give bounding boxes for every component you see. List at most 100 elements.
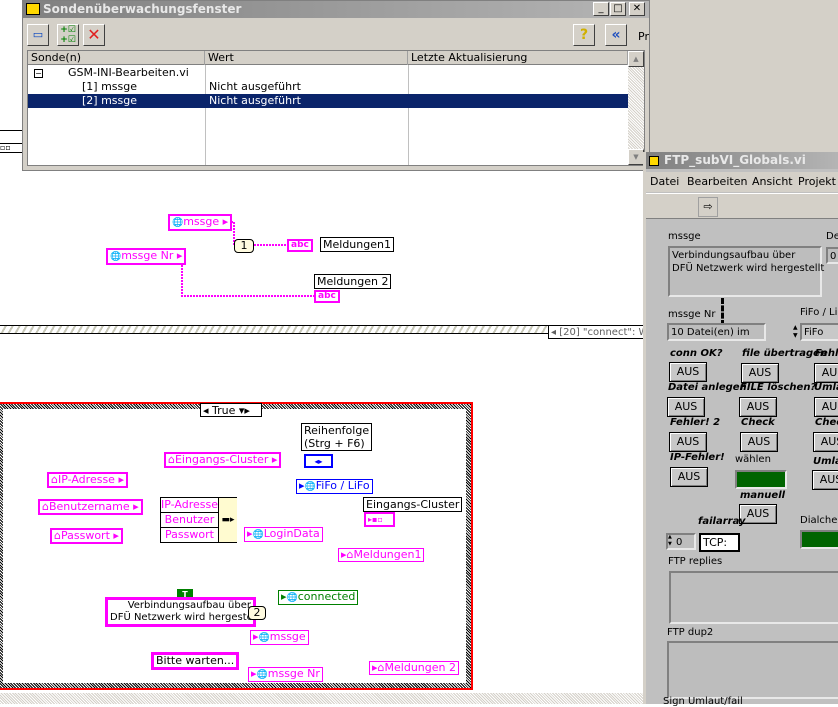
globe-icon: 🌐 bbox=[258, 633, 270, 643]
fifo-ring-spinner[interactable]: ▲ ▼ bbox=[793, 324, 800, 341]
label-check: Check bbox=[741, 417, 775, 428]
label-eingangs-cluster: Eingangs-Cluster bbox=[363, 497, 463, 512]
label-mssge-nr: mssge Nr bbox=[668, 309, 716, 320]
menu-bearbeiten[interactable]: Bearbeiten bbox=[687, 172, 747, 192]
label-meldungen2: Meldungen 2 bbox=[314, 274, 392, 289]
label-conn-ok: conn OK? bbox=[670, 348, 723, 359]
label-ip-fehler: IP-Fehler! bbox=[670, 452, 725, 463]
string-indicator-meldungen1[interactable]: abc bbox=[287, 239, 313, 252]
dialcheck-led[interactable] bbox=[800, 530, 838, 549]
conn-ok-button[interactable]: AUS bbox=[669, 362, 707, 382]
local-variable-benutzername[interactable]: ⌂Benutzername ▸ bbox=[38, 499, 143, 515]
label-fehler-2: Fehler! 2 bbox=[670, 417, 721, 428]
menu-datei[interactable]: Datei bbox=[650, 172, 679, 192]
label-umlaut: Umlau bbox=[814, 382, 838, 393]
failarray-index-spinner[interactable]: ▲ ▼ bbox=[668, 534, 674, 548]
ip-fehler-button[interactable]: AUS bbox=[670, 467, 708, 487]
global-variable-mssge-nr[interactable]: 🌐mssge Nr ▸ bbox=[106, 248, 187, 265]
label-fifo: FiFo / LiF bbox=[800, 307, 838, 318]
fehler-2-button[interactable]: AUS bbox=[669, 432, 707, 452]
home-icon: ⌂ bbox=[346, 548, 354, 561]
case-selector[interactable]: ◂ True ▾▸ bbox=[200, 403, 262, 417]
globe-icon: 🌐 bbox=[172, 218, 184, 228]
case-structure bbox=[0, 402, 473, 690]
file-loeschen-button[interactable]: AUS bbox=[739, 397, 777, 417]
background-window-strip: Pr bbox=[638, 0, 838, 152]
global-variable-mssge-nr-write[interactable]: ▸🌐mssge Nr bbox=[248, 667, 323, 682]
toolbar: ⇨ bbox=[646, 193, 838, 219]
mssge-nr-string[interactable]: 10 Datei(en) im bbox=[667, 323, 766, 341]
local-variable-fifo-lifo[interactable]: ▸🌐FiFo / LiFo bbox=[296, 479, 373, 494]
fehler-button[interactable]: AUS bbox=[814, 363, 838, 383]
check-2-button[interactable]: AUS bbox=[813, 432, 838, 452]
wire-stub bbox=[721, 298, 724, 326]
local-variable-passwort[interactable]: ⌂Passwort ▸ bbox=[50, 528, 123, 544]
file-uebertragen-button[interactable]: AUS bbox=[741, 363, 779, 383]
fifo-ring[interactable]: FiFo bbox=[800, 323, 838, 341]
local-variable-meldungen1[interactable]: ▸⌂Meldungen1 bbox=[338, 548, 425, 562]
bundle-element: IP-Adresse bbox=[161, 498, 218, 513]
label-ftp-replies: FTP replies bbox=[668, 556, 723, 567]
label-manuell: manuell bbox=[740, 490, 786, 501]
umlaut-button[interactable]: AUS bbox=[814, 397, 838, 417]
waehlen-led[interactable] bbox=[735, 470, 787, 489]
globe-icon: 🌐 bbox=[256, 670, 268, 680]
local-variable-eingangs-cluster[interactable]: ⌂Eingangs-Cluster ▸ bbox=[164, 452, 282, 468]
label-mssge: mssge bbox=[668, 231, 701, 242]
labview-icon bbox=[649, 156, 659, 166]
label-datei-anlegen: Datei anlegen bbox=[668, 382, 747, 393]
enum-constant[interactable]: ◂▸ bbox=[304, 454, 333, 468]
sequence-selector[interactable]: ◂ [20] "connect": W bbox=[548, 325, 652, 339]
global-variable-connected[interactable]: ▸🌐connected bbox=[278, 590, 359, 605]
home-icon: ⌂ bbox=[54, 529, 61, 542]
globe-icon: 🌐 bbox=[304, 482, 316, 492]
umlaut-2-button[interactable]: AUS bbox=[812, 470, 838, 490]
string-constant-verbindungsaufbau[interactable]: Verbindungsaufbau über DFÜ Netzwerk wird… bbox=[105, 597, 262, 627]
label-fehler: Fehle bbox=[815, 348, 838, 359]
label-check-2: Check bbox=[815, 417, 838, 428]
del-numeric[interactable]: 0 bbox=[826, 247, 838, 264]
home-icon: ⌂ bbox=[42, 500, 49, 513]
globals-window: FTP_subVI_Globals.vi Datei Bearbeiten An… bbox=[643, 152, 838, 707]
string-indicator-meldungen2[interactable]: abc bbox=[314, 290, 340, 303]
label-waehlen: wählen bbox=[735, 454, 771, 465]
bundle-by-name-node[interactable]: IP-Adresse Benutzer Passwort ▬▸ bbox=[160, 497, 237, 543]
label-failarray: failarray bbox=[698, 516, 746, 527]
run-button[interactable]: ⇨ bbox=[698, 197, 718, 217]
ftp-replies-string[interactable] bbox=[669, 571, 838, 624]
globe-icon: 🌐 bbox=[110, 252, 122, 262]
check-button[interactable]: AUS bbox=[740, 432, 778, 452]
cluster-indicator-eingangs-cluster[interactable]: ▸▪▫ bbox=[364, 512, 395, 527]
local-variable-meldungen2[interactable]: ▸⌂Meldungen 2 bbox=[369, 661, 459, 675]
local-variable-ip-adresse[interactable]: ⌂IP-Adresse ▸ bbox=[47, 472, 128, 488]
bundle-element: Passwort bbox=[165, 528, 214, 541]
label-del: Del bbox=[826, 231, 838, 242]
label-umlaut-2: Umlau bbox=[813, 456, 838, 467]
globals-window-title: FTP_subVI_Globals.vi bbox=[646, 152, 838, 169]
bundle-element: Benutzer bbox=[161, 513, 218, 528]
constant-1[interactable]: 1 bbox=[234, 239, 254, 253]
horizontal-scrollbar[interactable] bbox=[0, 693, 645, 704]
globe-icon: 🌐 bbox=[252, 530, 264, 540]
local-variable-logindata[interactable]: ▸🌐LoginData bbox=[244, 527, 323, 542]
global-variable-mssge-write[interactable]: ▸🌐mssge bbox=[250, 630, 309, 645]
mssge-string[interactable]: Verbindungsaufbau über DFÜ Netzwerk wird… bbox=[668, 246, 824, 297]
constant-2[interactable]: 2 bbox=[248, 606, 266, 620]
string-constant-bitte-warten[interactable]: Bitte warten... bbox=[151, 652, 240, 670]
label-dialcheck: Dialcheck bbox=[800, 515, 838, 526]
ftp-dup2-string[interactable] bbox=[667, 641, 838, 699]
home-icon: ⌂ bbox=[377, 661, 385, 674]
home-icon: ⌂ bbox=[168, 453, 175, 466]
menu-bar: Datei Bearbeiten Ansicht Projekt bbox=[646, 172, 838, 192]
label-ftp-dup2: FTP dup2 bbox=[667, 627, 714, 638]
globe-icon: 🌐 bbox=[286, 593, 298, 603]
label-sign-umlaut: Sign Umlaut/fail bbox=[663, 696, 743, 707]
failarray-element[interactable]: TCP: bbox=[699, 533, 740, 552]
menu-projekt[interactable]: Projekt bbox=[798, 172, 836, 192]
global-variable-mssge[interactable]: 🌐mssge ▸ bbox=[168, 214, 233, 231]
wire bbox=[176, 255, 314, 297]
menu-ansicht[interactable]: Ansicht bbox=[752, 172, 793, 192]
datei-anlegen-button[interactable]: AUS bbox=[667, 397, 705, 417]
bundle-icon: ▬▸ bbox=[218, 498, 237, 542]
label-meldungen1: Meldungen1 bbox=[320, 237, 394, 252]
